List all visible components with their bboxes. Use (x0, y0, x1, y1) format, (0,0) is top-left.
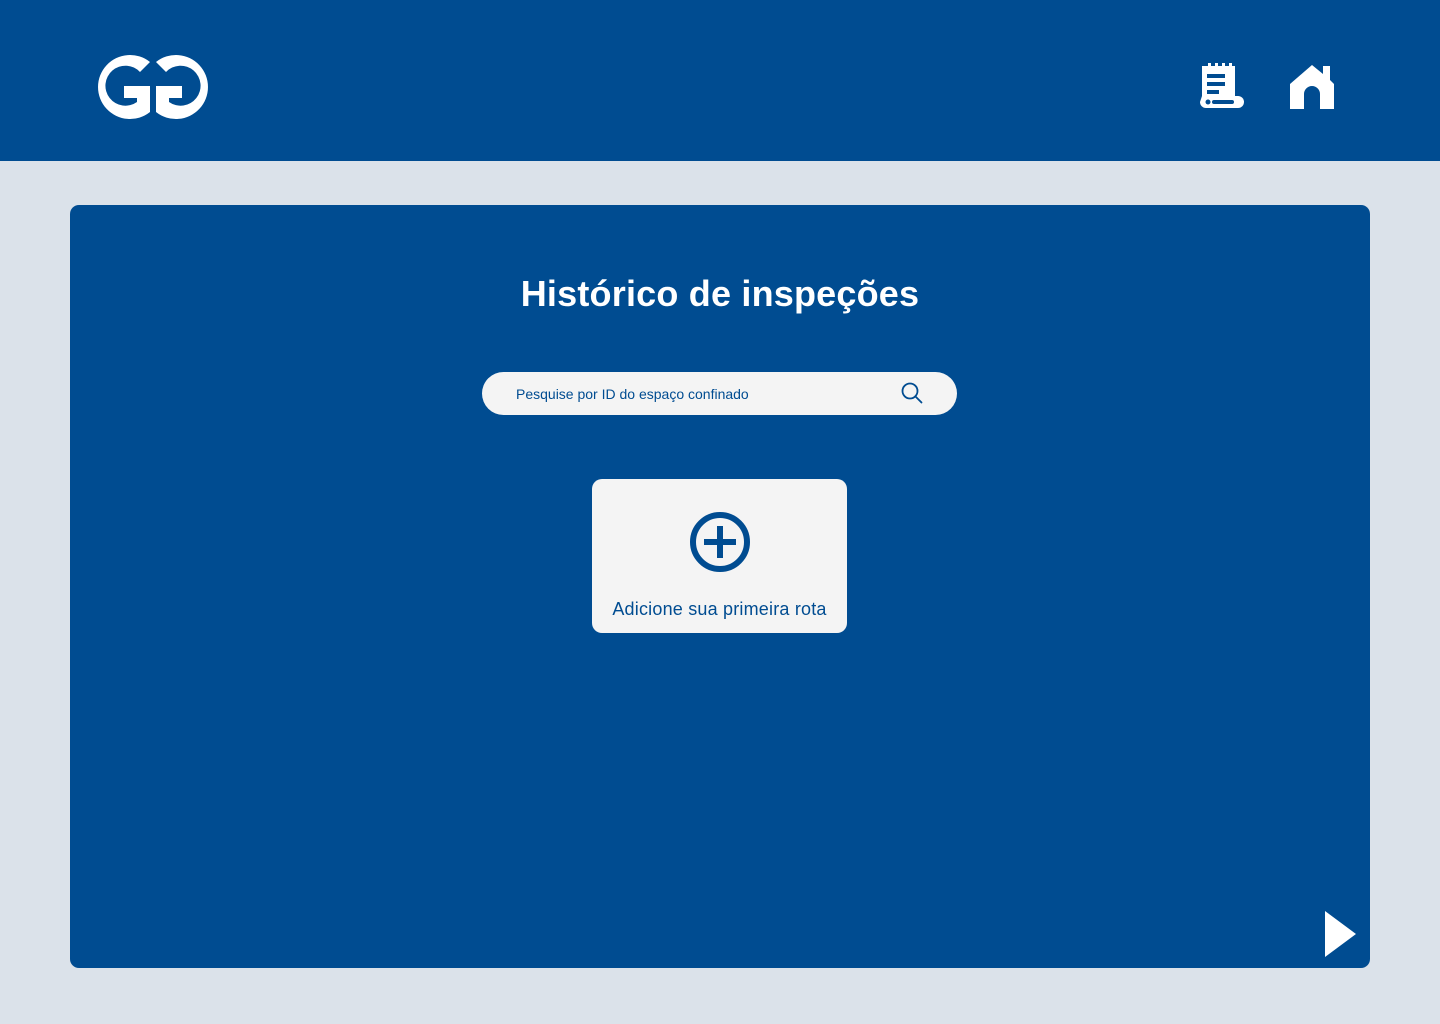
plus-circle-icon (690, 512, 750, 572)
page-title: Histórico de inspeções (520, 273, 920, 314)
search-icon[interactable] (901, 382, 923, 404)
top-header (0, 0, 1440, 161)
search-input[interactable] (516, 372, 886, 415)
add-first-route-label: Adicione sua primeira rota (612, 599, 827, 619)
add-first-route-card[interactable]: Adicione sua primeira rota (592, 479, 847, 633)
inspection-history-panel: Histórico de inspeções Adicione sua prim… (70, 205, 1370, 968)
report-icon[interactable] (1196, 62, 1246, 114)
search-bar[interactable] (482, 372, 957, 415)
play-arrow-icon[interactable] (1322, 909, 1358, 959)
gg-logo[interactable] (80, 48, 226, 126)
home-icon[interactable] (1287, 62, 1337, 114)
